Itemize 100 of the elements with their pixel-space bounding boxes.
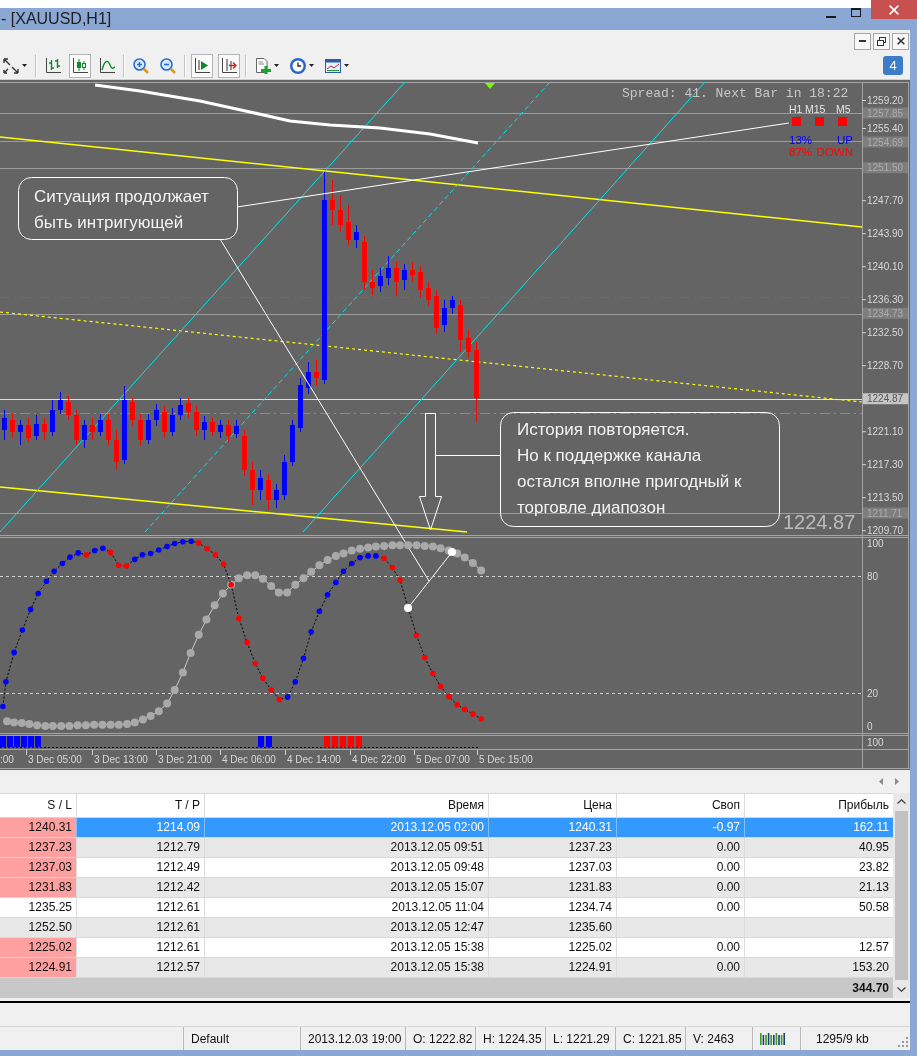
price-label: 1236.30 xyxy=(867,294,904,306)
scroll-down-icon xyxy=(897,987,906,992)
histogram-bar xyxy=(356,736,362,747)
bull-candle xyxy=(218,419,223,439)
chart-shift-icon xyxy=(194,57,210,74)
bull-candle xyxy=(378,267,383,293)
bull-candle xyxy=(442,299,447,333)
column-header[interactable]: S / L xyxy=(0,794,77,817)
column-header[interactable]: Цена xyxy=(489,794,617,817)
bear-candle xyxy=(410,261,415,283)
column-header[interactable]: Прибыль xyxy=(745,794,893,817)
table-row[interactable]: 1237.23 1212.79 2013.12.05 09:51 1237.23 0.00 40.95 xyxy=(0,838,893,858)
candlestick-button[interactable] xyxy=(69,53,91,78)
bear-candle xyxy=(338,194,343,233)
chart-window-icon xyxy=(325,57,341,74)
close-button[interactable] xyxy=(892,32,909,50)
table-row[interactable]: 1237.03 1212.49 2013.12.05 09:48 1237.03 0.00 23.82 xyxy=(0,858,893,878)
point-marker xyxy=(448,548,456,556)
scrollbar-thumb[interactable] xyxy=(895,811,908,980)
low-price: L: 1221.29 xyxy=(553,1031,610,1046)
bear-candle xyxy=(226,419,231,443)
bull-candle xyxy=(98,413,103,437)
close-icon xyxy=(889,4,899,15)
bear-candle xyxy=(194,405,199,437)
price-label: 1255.40 xyxy=(867,123,904,134)
minimize-icon xyxy=(826,16,836,18)
zoom-out-icon xyxy=(160,57,176,74)
timeframe-label: M15 xyxy=(805,103,826,115)
oscillator-label: 0 xyxy=(867,721,873,732)
bear-candle xyxy=(90,417,95,441)
profile-name: Default xyxy=(191,1031,230,1046)
bear-candle xyxy=(362,235,367,291)
restore-button[interactable] xyxy=(873,32,890,50)
bear-candle xyxy=(370,269,375,296)
signal-percent: 87% xyxy=(789,146,813,158)
bull-candle xyxy=(274,483,279,509)
time-label: :00 xyxy=(0,754,14,765)
price-label: 1209.70 xyxy=(867,525,904,537)
restore-icon xyxy=(877,36,886,46)
bear-candle xyxy=(466,329,471,359)
bull-candle xyxy=(282,454,287,501)
bull-candle xyxy=(50,399,55,437)
bull-candle xyxy=(450,295,455,315)
table-row[interactable]: 1225.02 1212.61 2013.12.05 15:38 1225.02 0.00 12.57 xyxy=(0,938,893,958)
bear-candle xyxy=(66,395,71,421)
price-label: 1259.20 xyxy=(867,95,904,106)
high-price: H: 1224.35 xyxy=(483,1031,542,1046)
bear-candle xyxy=(42,417,47,441)
bear-candle xyxy=(266,473,271,511)
bear-candle xyxy=(346,204,351,246)
price-label: 1228.70 xyxy=(867,360,904,372)
bear-candle xyxy=(210,417,215,437)
column-header[interactable]: T / P xyxy=(77,794,205,817)
close-price: C: 1221.85 xyxy=(623,1031,682,1046)
time-label: 3 Dec 21:00 xyxy=(158,754,212,765)
bear-candle xyxy=(114,429,119,471)
table-row[interactable]: 1252.50 1212.61 2013.12.05 12:47 1235.60 xyxy=(0,918,893,938)
auto-scroll-button[interactable] xyxy=(218,53,240,78)
bull-candle xyxy=(82,419,87,449)
histogram-bar xyxy=(324,736,330,747)
table-row[interactable]: 1240.31 1214.09 2013.12.05 02:00 1240.31 -0.97 162.11 xyxy=(0,818,893,838)
bear-candle xyxy=(242,429,247,477)
time-label: 3 Dec 05:00 xyxy=(28,754,82,765)
minimize-icon xyxy=(859,40,866,42)
bar-time: 2013.12.03 19:00 xyxy=(308,1031,402,1046)
table-cell: 1240.31 xyxy=(0,818,77,838)
oscillator-label: 100 xyxy=(867,537,884,549)
bull-candle xyxy=(18,419,23,446)
scroll-left-icon xyxy=(879,778,883,785)
bear-candle xyxy=(250,461,255,506)
time-label: 4 Dec 22:00 xyxy=(352,754,406,765)
bar-chart-icon xyxy=(45,57,61,74)
column-header[interactable]: Время xyxy=(205,794,489,817)
bar-volume: V: 2463 xyxy=(693,1031,734,1046)
minimize-button[interactable] xyxy=(854,32,871,50)
messages-button[interactable]: 4 xyxy=(883,56,903,75)
oscillator-label: 20 xyxy=(867,688,879,699)
price-label: 1240.10 xyxy=(867,261,904,273)
table-row[interactable]: 1231.83 1212.42 2013.12.05 15:07 1231.83 0.00 21.13 xyxy=(0,878,893,898)
bear-candle xyxy=(26,417,31,443)
bull-candle xyxy=(2,409,7,441)
time-label: 5 Dec 15:00 xyxy=(479,754,533,765)
bear-candle xyxy=(426,281,431,307)
table-row[interactable]: 1224.91 1212.57 2013.12.05 15:38 1224.91 0.00 153.20 xyxy=(0,958,893,978)
leader-line xyxy=(435,455,501,456)
bear-candle xyxy=(106,413,111,446)
bear-candle xyxy=(394,261,399,297)
price-label: 1213.50 xyxy=(867,492,904,504)
table-cell: 1231.83 xyxy=(0,878,77,898)
bid-price-tag: 1224.87 xyxy=(863,393,908,405)
close-icon xyxy=(896,37,905,45)
price-label: 1217.30 xyxy=(867,459,904,471)
chart-shift-button[interactable] xyxy=(191,53,213,78)
bull-candle xyxy=(354,224,359,249)
bull-candle xyxy=(258,469,263,501)
bull-candle xyxy=(170,407,175,437)
column-header[interactable]: Своп xyxy=(617,794,745,817)
bull-candle xyxy=(202,415,207,441)
table-row[interactable]: 1235.25 1212.61 2013.12.05 11:04 1234.74 0.00 50.58 xyxy=(0,898,893,918)
table-cell: 1237.23 xyxy=(0,838,77,858)
